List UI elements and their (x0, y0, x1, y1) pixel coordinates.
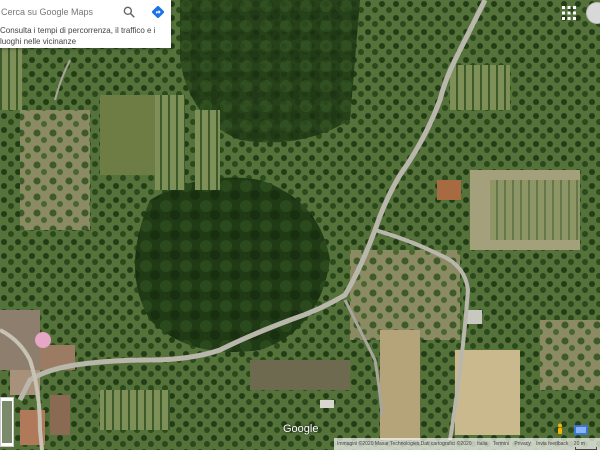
field-parcel (155, 95, 185, 190)
attribution-text: Immagini ©2020 Maxar Technologies,Dati c… (337, 441, 472, 447)
field-parcel (490, 180, 580, 240)
field-parcel (0, 40, 22, 110)
field-parcel (450, 65, 510, 110)
field-parcel (100, 390, 170, 430)
apps-grid-icon[interactable] (560, 4, 578, 22)
search-row (0, 4, 171, 22)
search-hint: Consulta i tempi di percorrenza, il traf… (0, 26, 156, 46)
search-box: Consulta i tempi di percorrenza, il traf… (0, 0, 171, 48)
map-footer: Immagini ©2020 Maxar Technologies,Dati c… (334, 438, 600, 450)
field-parcel (350, 250, 460, 340)
building (437, 180, 461, 200)
google-logo: Google (283, 423, 319, 435)
building (0, 310, 40, 370)
layer-switcher-thumbnail[interactable] (0, 397, 14, 447)
field-parcel (380, 330, 420, 440)
search-icon[interactable] (122, 5, 136, 19)
field-parcel (455, 350, 520, 435)
building (50, 395, 70, 435)
search-input[interactable] (0, 4, 117, 20)
terms-link[interactable]: Termini (493, 441, 509, 447)
field-parcel (540, 320, 600, 390)
building (466, 310, 482, 324)
field-parcel (100, 95, 155, 175)
privacy-link[interactable]: Privacy (514, 441, 530, 447)
location-highlight (35, 332, 51, 348)
field-parcel (20, 110, 90, 230)
building (320, 400, 334, 408)
country-link[interactable]: Italia (477, 441, 488, 447)
satellite-map[interactable] (0, 0, 600, 450)
field-parcel (250, 360, 350, 390)
field-parcel (195, 110, 220, 190)
directions-icon[interactable] (150, 4, 166, 20)
layers-icon[interactable] (574, 425, 588, 435)
layer-thumbnail-image (2, 401, 12, 443)
feedback-link[interactable]: Invia feedback (536, 441, 568, 447)
pegman-icon[interactable] (556, 423, 564, 435)
